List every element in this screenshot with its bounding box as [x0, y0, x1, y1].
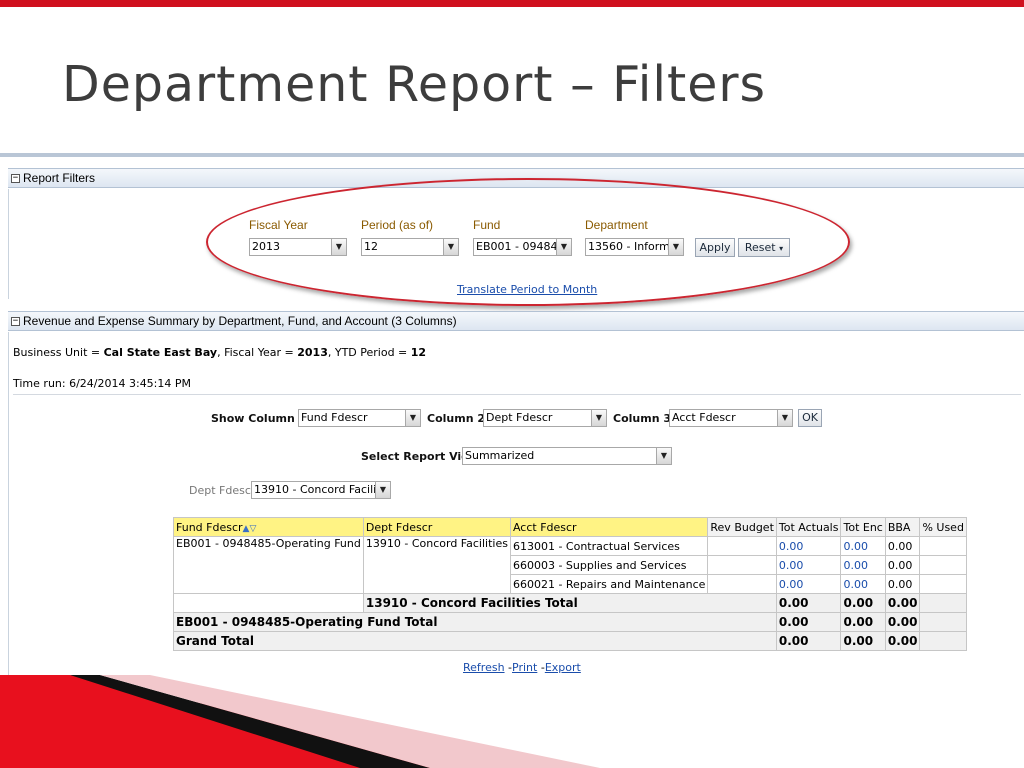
slide-corner-decoration: [0, 675, 600, 768]
report-view-value: Summarized: [465, 449, 535, 462]
col-header-fund[interactable]: Fund Fdescr▲▽: [173, 517, 364, 537]
refresh-link[interactable]: Refresh: [463, 661, 505, 674]
grand-total-bba: 0.00: [884, 631, 921, 651]
dept-cell: 13910 - Concord Facilities: [362, 536, 511, 594]
tot-enc-cell[interactable]: 0.00: [840, 555, 886, 575]
summary-header[interactable]: − Revenue and Expense Summary by Departme…: [8, 311, 1024, 331]
business-unit-line: Business Unit = Cal State East Bay, Fisc…: [13, 346, 426, 359]
dept-total-pct: [919, 593, 967, 613]
acct-cell: 660003 - Supplies and Services: [509, 555, 709, 575]
grand-total-label: Grand Total: [173, 631, 777, 651]
bba-cell: 0.00: [884, 536, 921, 556]
dropdown-arrow-icon[interactable]: ▼: [777, 410, 792, 426]
acct-cell: 660021 - Repairs and Maintenance: [509, 574, 709, 594]
col-header-acct[interactable]: Acct Fdescr: [509, 517, 709, 537]
divider: [13, 394, 1021, 395]
slide-title: Department Report – Filters: [62, 56, 767, 113]
sort-icon[interactable]: ▲▽: [243, 524, 257, 534]
fund-total-bba: 0.00: [884, 612, 921, 632]
fund-cell: EB001 - 0948485-Operating Fund: [173, 536, 364, 594]
fy-label: , Fiscal Year =: [217, 346, 298, 359]
blank-cell: [173, 593, 364, 613]
tot-actuals-cell[interactable]: 0.00: [775, 555, 842, 575]
dept-total-row: 13910 - Concord Facilities Total 0.00 0.…: [173, 593, 967, 613]
dept-fdescr-select[interactable]: 13910 - Concord Facilities ▼: [251, 481, 391, 499]
col-header-pct-used[interactable]: % Used: [919, 517, 967, 537]
tot-enc-cell[interactable]: 0.00: [840, 574, 886, 594]
column1-value: Fund Fdescr: [301, 411, 368, 424]
col-header-rev-budget[interactable]: Rev Budget: [707, 517, 777, 537]
rev-budget-cell: [707, 536, 777, 556]
dropdown-arrow-icon[interactable]: ▼: [656, 448, 671, 464]
ok-button[interactable]: OK: [798, 409, 822, 427]
fund-total-label: EB001 - 0948485-Operating Fund Total: [173, 612, 777, 632]
collapse-icon[interactable]: −: [11, 174, 20, 184]
show-column1-label: Show Column 1:: [211, 412, 311, 425]
column3-select[interactable]: Acct Fdescr ▼: [669, 409, 793, 427]
report-table: Fund Fdescr▲▽ Dept Fdescr Acct Fdescr Re…: [173, 517, 967, 651]
rev-budget-cell: [707, 574, 777, 594]
column2-label: Column 2:: [427, 412, 490, 425]
col-header-fund-label: Fund Fdescr: [176, 520, 243, 534]
fund-total-actuals: 0.00: [775, 612, 842, 632]
pct-used-cell: [919, 555, 967, 575]
fy-value: 2013: [297, 346, 328, 359]
footer-links: Refresh -Print -Export: [463, 661, 581, 674]
fund-total-row: EB001 - 0948485-Operating Fund Total 0.0…: [173, 612, 967, 632]
table-row: EB001 - 0948485-Operating Fund 13910 - C…: [173, 536, 967, 594]
grand-total-enc: 0.00: [840, 631, 886, 651]
acct-cell: 613001 - Contractual Services: [509, 536, 709, 556]
pct-used-cell: [919, 574, 967, 594]
dept-total-label: 13910 - Concord Facilities Total: [362, 593, 777, 613]
top-accent-bar: [0, 0, 1024, 7]
col-header-bba[interactable]: BBA: [884, 517, 921, 537]
print-link[interactable]: Print: [512, 661, 537, 674]
collapse-icon[interactable]: −: [11, 317, 20, 327]
table-header-row: Fund Fdescr▲▽ Dept Fdescr Acct Fdescr Re…: [173, 517, 967, 537]
highlight-oval: [206, 178, 850, 306]
grand-total-actuals: 0.00: [775, 631, 842, 651]
col-header-tot-enc[interactable]: Tot Enc: [840, 517, 886, 537]
grand-total-pct: [919, 631, 967, 651]
dept-total-bba: 0.00: [884, 593, 921, 613]
tot-actuals-cell[interactable]: 0.00: [775, 536, 842, 556]
tot-actuals-cell[interactable]: 0.00: [775, 574, 842, 594]
bba-cell: 0.00: [884, 574, 921, 594]
time-run: Time run: 6/24/2014 3:45:14 PM: [13, 377, 192, 390]
column3-value: Acct Fdescr: [672, 411, 736, 424]
dropdown-arrow-icon[interactable]: ▼: [375, 482, 390, 498]
dept-fdescr-label: Dept Fdescr: [189, 484, 256, 497]
bba-cell: 0.00: [884, 555, 921, 575]
bu-label: Business Unit =: [13, 346, 104, 359]
ytd-value: 12: [410, 346, 427, 359]
fund-total-enc: 0.00: [840, 612, 886, 632]
rev-budget-cell: [707, 555, 777, 575]
dropdown-arrow-icon[interactable]: ▼: [591, 410, 606, 426]
report-filters-title: Report Filters: [23, 171, 96, 185]
bu-value: Cal State East Bay: [103, 346, 218, 359]
ytd-label: , YTD Period =: [327, 346, 411, 359]
column2-value: Dept Fdescr: [486, 411, 553, 424]
column3-label: Column 3:: [613, 412, 676, 425]
column2-select[interactable]: Dept Fdescr ▼: [483, 409, 607, 427]
dept-total-actuals: 0.00: [775, 593, 842, 613]
column1-select[interactable]: Fund Fdescr ▼: [298, 409, 421, 427]
dept-fdescr-value: 13910 - Concord Facilities: [254, 483, 391, 496]
summary-title: Revenue and Expense Summary by Departmen…: [23, 314, 457, 328]
dropdown-arrow-icon[interactable]: ▼: [405, 410, 420, 426]
grand-total-row: Grand Total 0.00 0.00 0.00: [173, 631, 967, 651]
col-header-dept[interactable]: Dept Fdescr: [362, 517, 511, 537]
export-link[interactable]: Export: [545, 661, 581, 674]
col-header-tot-actuals[interactable]: Tot Actuals: [775, 517, 842, 537]
tot-enc-cell[interactable]: 0.00: [840, 536, 886, 556]
report-view-select[interactable]: Summarized ▼: [462, 447, 672, 465]
dept-total-enc: 0.00: [840, 593, 886, 613]
pct-used-cell: [919, 536, 967, 556]
fund-total-pct: [919, 612, 967, 632]
